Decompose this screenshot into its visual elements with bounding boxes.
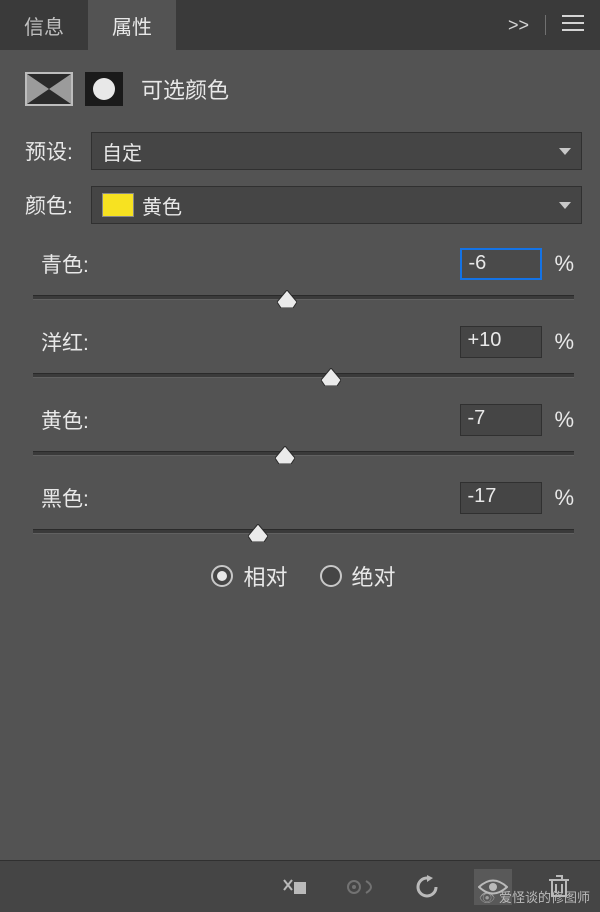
slider-block: 青色: -6 % (31, 248, 576, 310)
delete-button[interactable] (540, 869, 578, 905)
tab-properties[interactable]: 属性 (88, 0, 176, 52)
slider-track[interactable] (33, 522, 574, 544)
slider-value-input[interactable]: -7 (460, 404, 542, 436)
slider-thumb[interactable] (321, 368, 341, 386)
slider-thumb[interactable] (277, 290, 297, 308)
percent-label: % (554, 485, 574, 511)
slider-label: 黑色: (41, 483, 89, 513)
divider (545, 15, 546, 35)
chevron-down-icon (559, 202, 571, 209)
percent-label: % (554, 251, 574, 277)
percent-label: % (554, 329, 574, 355)
tab-info[interactable]: 信息 (0, 0, 88, 52)
slider-track[interactable] (33, 444, 574, 466)
slider-label: 青色: (41, 249, 89, 279)
slider-value-input[interactable]: -6 (460, 248, 542, 280)
panel-tabs: 信息 属性 >> (0, 0, 600, 50)
reset-button[interactable] (408, 869, 446, 905)
slider-block: 黄色: -7 % (31, 404, 576, 466)
slider-label: 黄色: (41, 405, 89, 435)
panel-footer (0, 860, 600, 912)
clip-to-layer-button[interactable] (276, 869, 314, 905)
slider-block: 洋红: +10 % (31, 326, 576, 388)
slider-block: 黑色: -17 % (31, 482, 576, 544)
radio-relative[interactable]: 相对 (211, 560, 287, 592)
percent-label: % (554, 407, 574, 433)
color-swatch (102, 193, 134, 217)
slider-label: 洋红: (41, 327, 89, 357)
menu-icon[interactable] (562, 14, 584, 37)
preset-label: 预设: (25, 136, 85, 166)
chevron-down-icon (559, 148, 571, 155)
color-dropdown[interactable]: 黄色 (91, 186, 582, 224)
slider-thumb[interactable] (248, 524, 268, 542)
color-label: 颜色: (25, 190, 85, 220)
radio-absolute[interactable]: 绝对 (320, 560, 396, 592)
collapse-icon[interactable]: >> (508, 15, 529, 36)
slider-value-input[interactable]: +10 (460, 326, 542, 358)
slider-track[interactable] (33, 366, 574, 388)
preset-dropdown[interactable]: 自定 (91, 132, 582, 170)
adjustment-title: 可选颜色 (141, 73, 229, 105)
adjustment-icon (25, 72, 73, 106)
mask-icon[interactable] (85, 72, 123, 106)
slider-value-input[interactable]: -17 (460, 482, 542, 514)
toggle-last-state-button[interactable] (342, 869, 380, 905)
slider-track[interactable] (33, 288, 574, 310)
slider-thumb[interactable] (275, 446, 295, 464)
visibility-toggle[interactable] (474, 869, 512, 905)
